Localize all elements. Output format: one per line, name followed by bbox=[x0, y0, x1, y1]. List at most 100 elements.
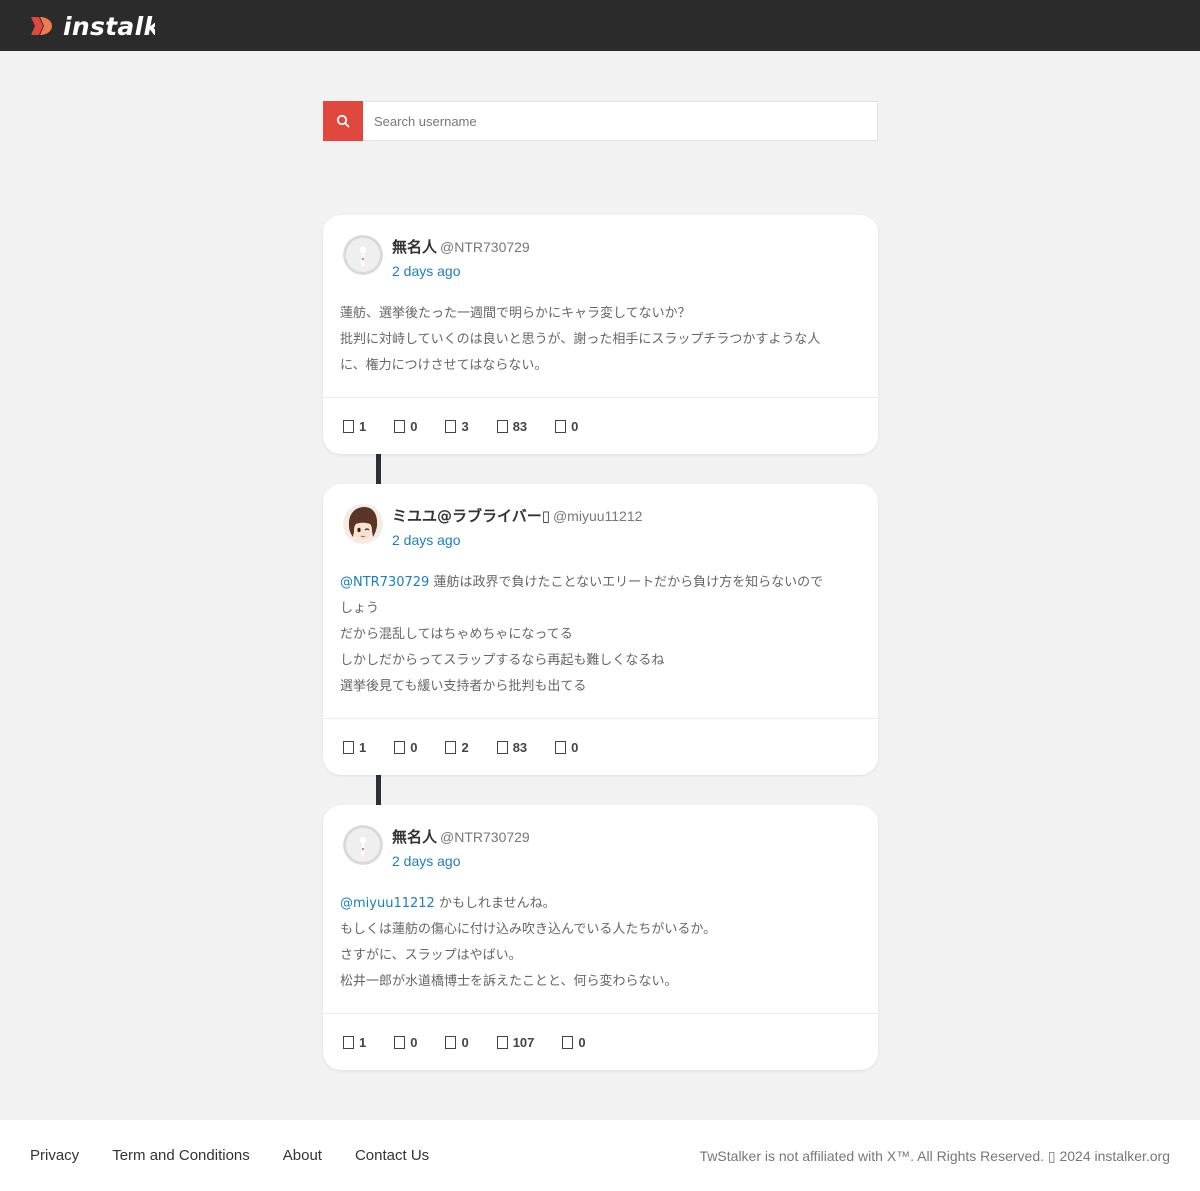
tweet-line: 蓮舫、選挙後たった一週間で明らかにキャラ変してないか？ bbox=[340, 306, 691, 321]
retweet-count-value: 0 bbox=[410, 739, 418, 755]
footer: Privacy Term and Conditions About Contac… bbox=[0, 1120, 1200, 1191]
reply-count[interactable]: 1 bbox=[343, 740, 366, 755]
tweet-stats: 1 0 2 83 0 bbox=[323, 718, 878, 775]
retweet-count[interactable]: 0 bbox=[394, 419, 417, 434]
name-emoji-glyph: ▯ bbox=[541, 507, 550, 525]
tweet-line: に、権力につけさせてはならない。 bbox=[340, 358, 548, 373]
quote-icon bbox=[445, 419, 457, 433]
tweet-line: だから混乱してはちゃめちゃになってる bbox=[340, 627, 573, 642]
retweet-count[interactable]: 0 bbox=[394, 1035, 417, 1050]
reply-count-value: 1 bbox=[359, 418, 367, 434]
views-icon bbox=[496, 1035, 508, 1049]
quote-count[interactable]: 3 bbox=[445, 418, 469, 434]
footer-link-terms[interactable]: Term and Conditions bbox=[112, 1147, 250, 1164]
view-count[interactable]: 83 bbox=[496, 739, 528, 755]
tweet-stats: 1 0 0 107 0 bbox=[323, 1013, 878, 1070]
avatar[interactable] bbox=[343, 235, 383, 275]
tweet-card: 無名人 @NTR730729 2 days ago @miyuu11212 かもし… bbox=[323, 805, 878, 1070]
footer-link-contact[interactable]: Contact Us bbox=[355, 1147, 429, 1164]
logo-icon bbox=[31, 17, 52, 35]
quote-count[interactable]: 2 bbox=[445, 739, 469, 755]
tweet-line: 批判に対峙していくのは良いと思うが、謝った相手にスラップチラつかすような人 bbox=[340, 332, 821, 347]
search-bar bbox=[323, 101, 878, 141]
like-count[interactable]: 0 bbox=[562, 1034, 586, 1050]
views-icon bbox=[496, 419, 508, 433]
reply-count-value: 1 bbox=[359, 739, 367, 755]
logo-text: instalk bbox=[63, 11, 155, 41]
display-name[interactable]: ミユユ@ラブライバー bbox=[392, 507, 542, 525]
avatar[interactable] bbox=[343, 825, 383, 865]
tweet-line: 松井一郎が水道橋博士を訴えたことと、何ら変わらない。 bbox=[340, 974, 678, 989]
view-count-value: 83 bbox=[512, 739, 528, 755]
reply-icon bbox=[343, 419, 354, 433]
reply-count[interactable]: 1 bbox=[343, 419, 366, 434]
like-count[interactable]: 0 bbox=[555, 419, 578, 434]
footer-link-privacy[interactable]: Privacy bbox=[30, 1147, 79, 1164]
tweet-text: @NTR730729 蓮舫は政界で負けたことないエリートだから負け方を知らないの… bbox=[323, 556, 878, 700]
tweet-line: 蓮舫は政界で負けたことないエリートだから負け方を知らないので bbox=[433, 575, 824, 590]
retweet-count-value: 0 bbox=[410, 1034, 418, 1050]
tweet-card: ミユユ@ラブライバー▯ @miyuu11212 2 days ago @NTR73… bbox=[323, 484, 878, 775]
views-icon bbox=[496, 740, 508, 754]
search-input[interactable] bbox=[363, 101, 878, 141]
view-count[interactable]: 83 bbox=[496, 418, 528, 434]
tweet-card: 無名人 @NTR730729 2 days ago 蓮舫、選挙後たった一週間で明ら… bbox=[323, 215, 878, 454]
tweet-line: しかしだからってスラップするなら再起も難しくなるね bbox=[340, 653, 665, 668]
like-icon bbox=[555, 419, 567, 433]
like-icon bbox=[562, 1035, 574, 1049]
username-handle[interactable]: @NTR730729 bbox=[440, 829, 530, 845]
display-name[interactable]: 無名人 bbox=[392, 238, 437, 256]
quote-count-value: 2 bbox=[461, 739, 469, 755]
retweet-icon bbox=[394, 419, 406, 433]
default-avatar-icon bbox=[343, 825, 383, 865]
search-icon bbox=[336, 114, 350, 128]
mention-link[interactable]: @miyuu11212 bbox=[340, 896, 435, 911]
post-time-link[interactable]: 2 days ago bbox=[392, 532, 461, 548]
quote-count-value: 0 bbox=[461, 1034, 469, 1050]
search-button[interactable] bbox=[323, 101, 363, 141]
default-avatar-icon bbox=[343, 235, 383, 275]
copyright-text: TwStalker is not affiliated with X™. All… bbox=[699, 1148, 1170, 1164]
display-name[interactable]: 無名人 bbox=[392, 828, 437, 846]
logo-link[interactable]: instalk bbox=[28, 11, 155, 41]
thread-connector bbox=[376, 775, 381, 805]
like-count-value: 0 bbox=[578, 1034, 586, 1050]
like-count[interactable]: 0 bbox=[555, 740, 578, 755]
thread-connector bbox=[376, 454, 381, 484]
view-count[interactable]: 107 bbox=[496, 1034, 535, 1050]
like-count-value: 0 bbox=[571, 739, 579, 755]
footer-nav: Privacy Term and Conditions About Contac… bbox=[30, 1147, 462, 1164]
quote-icon bbox=[445, 740, 457, 754]
tweet-stats: 1 0 3 83 0 bbox=[323, 397, 878, 454]
retweet-count[interactable]: 0 bbox=[394, 740, 417, 755]
username-handle[interactable]: @miyuu11212 bbox=[553, 508, 642, 524]
mention-link[interactable]: @NTR730729 bbox=[340, 575, 429, 590]
like-icon bbox=[555, 740, 567, 754]
reply-icon bbox=[343, 740, 354, 754]
like-count-value: 0 bbox=[571, 418, 579, 434]
username-handle[interactable]: @NTR730729 bbox=[440, 239, 530, 255]
tweet-text: @miyuu11212 かもしれませんね。 もしくは蓮舫の傷心に付け込み吹き込ん… bbox=[323, 877, 878, 995]
tweet-line: 選挙後見ても緩い支持者から批判も出てる bbox=[340, 679, 587, 694]
view-count-value: 83 bbox=[512, 418, 528, 434]
quote-icon bbox=[445, 1035, 457, 1049]
tweet-text: 蓮舫、選挙後たった一週間で明らかにキャラ変してないか？ 批判に対峙していくのは良… bbox=[323, 287, 878, 379]
tweet-line: かもしれませんね。 bbox=[438, 896, 556, 911]
tweet-line: さすがに、スラップはやばい。 bbox=[340, 948, 522, 963]
anime-avatar-icon bbox=[343, 504, 383, 544]
tweet-line: しょう bbox=[340, 601, 380, 616]
avatar[interactable] bbox=[343, 504, 383, 544]
top-bar: instalk bbox=[0, 0, 1200, 51]
reply-count[interactable]: 1 bbox=[343, 1035, 366, 1050]
reply-icon bbox=[343, 1035, 354, 1049]
post-time-link[interactable]: 2 days ago bbox=[392, 853, 461, 869]
view-count-value: 107 bbox=[512, 1034, 535, 1050]
quote-count[interactable]: 0 bbox=[445, 1034, 469, 1050]
reply-count-value: 1 bbox=[359, 1034, 367, 1050]
tweet-line: もしくは蓮舫の傷心に付け込み吹き込んでいる人たちがいるか。 bbox=[340, 922, 717, 937]
retweet-count-value: 0 bbox=[410, 418, 418, 434]
quote-count-value: 3 bbox=[461, 418, 469, 434]
retweet-icon bbox=[394, 740, 406, 754]
footer-link-about[interactable]: About bbox=[283, 1147, 322, 1164]
post-time-link[interactable]: 2 days ago bbox=[392, 263, 461, 279]
